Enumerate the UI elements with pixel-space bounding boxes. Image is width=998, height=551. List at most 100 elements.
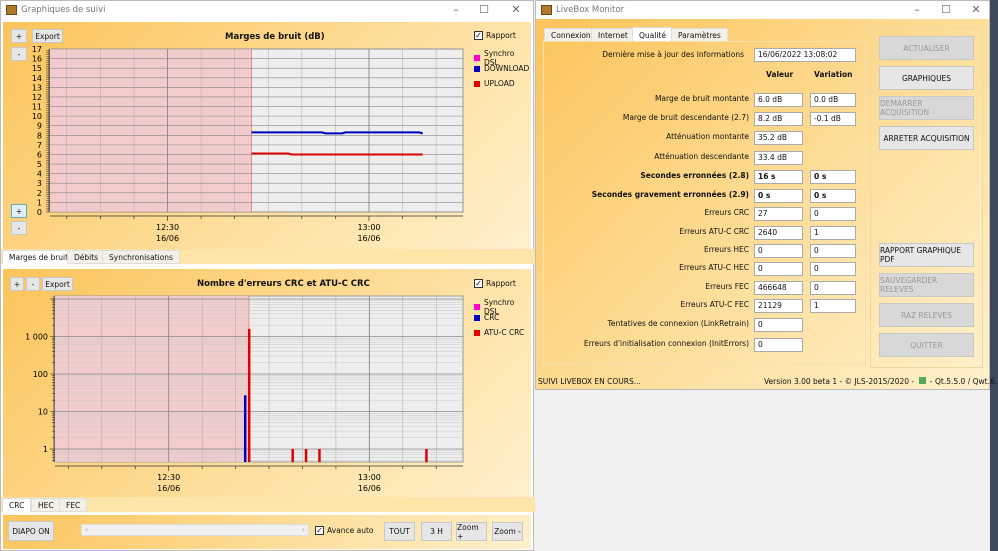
quitter-button[interactable]: QUITTER xyxy=(879,333,974,357)
row-label: Erreurs d'initialisation connexion (Init… xyxy=(583,339,749,348)
actualiser-button[interactable]: ACTUALISER xyxy=(879,36,974,60)
row-value: 35.2 dB xyxy=(754,131,803,145)
y-tick-label: 100 xyxy=(33,370,48,379)
crc-chart: 1 10 100 1 000 12:30 16/06 13:00 16/06 xyxy=(25,295,464,493)
row-value: 6.0 dB xyxy=(754,93,803,107)
row-label: Atténuation descendante xyxy=(654,152,749,161)
row-value: 0 xyxy=(754,262,803,276)
tab-internet[interactable]: Internet xyxy=(591,28,635,42)
tab-parametres[interactable]: Paramètres xyxy=(671,28,728,42)
avance-auto-label: Avance auto xyxy=(327,526,374,535)
quality-row: Erreurs CRC 27 0 xyxy=(536,207,986,221)
maximize-button[interactable]: ☐ xyxy=(931,3,961,16)
minimize-button[interactable]: – xyxy=(902,3,932,16)
row-value: 27 xyxy=(754,207,803,221)
row-value: 0 s xyxy=(754,189,803,203)
flag-icon xyxy=(918,377,926,384)
row-variation: 0 xyxy=(810,244,856,258)
arreter-acquisition-button[interactable]: ARRETER ACQUISITION xyxy=(879,126,974,150)
tab-connexion[interactable]: Connexion xyxy=(544,28,598,42)
quality-row: Secondes gravement erronnées (2.9) 0 s 0 s xyxy=(536,189,986,203)
row-variation: 0 s xyxy=(810,170,856,184)
quality-row: Secondes erronnées (2.8) 16 s 0 s xyxy=(536,170,986,184)
status-text: SUIVI LIVEBOX EN COURS... xyxy=(538,377,641,386)
3h-button[interactable]: 3 H xyxy=(421,522,452,541)
tab-fec[interactable]: FEC xyxy=(59,498,88,512)
row-label: Secondes erronnées (2.8) xyxy=(640,171,749,180)
sauvegarder-releves-button[interactable]: SAUVEGARDER RELEVES xyxy=(879,273,974,297)
bar-atu-c-crc xyxy=(247,328,251,462)
x-tick-date: 16/06 xyxy=(157,484,180,493)
x-tick-label: 13:00 xyxy=(358,473,381,482)
scroll-right-arrow[interactable]: › xyxy=(302,525,305,535)
row-variation: -0.1 dB xyxy=(810,112,856,126)
row-label: Erreurs ATU-C CRC xyxy=(679,227,749,236)
row-value: 16 s xyxy=(754,170,803,184)
row-value: 0 xyxy=(754,338,803,352)
quality-tab-panel xyxy=(543,41,866,365)
row-variation: 0 xyxy=(810,281,856,295)
row-value: 8.2 dB xyxy=(754,112,803,126)
y-tick-label: 1 000 xyxy=(25,332,48,341)
avance-auto-checkbox[interactable]: ✓ Avance auto xyxy=(315,526,373,535)
close-button[interactable]: ✕ xyxy=(961,3,991,16)
diapo-button[interactable]: DIAPO ON xyxy=(8,521,54,541)
row-label: Atténuation montante xyxy=(666,132,749,141)
quality-row: Erreurs ATU-C CRC 2640 1 xyxy=(536,226,986,240)
scroll-left-arrow[interactable]: ‹ xyxy=(85,525,88,535)
row-variation: 0 s xyxy=(810,189,856,203)
bar-atu-c-crc xyxy=(291,448,294,462)
bar-crc xyxy=(243,395,247,462)
tab-qualite[interactable]: Qualité xyxy=(632,27,673,42)
bottom-toolbar: DIAPO ON ‹ › ✓ Avance auto TOUT 3 H Zoom +… xyxy=(3,515,531,549)
row-value: 0 xyxy=(754,318,803,332)
row-label: Erreurs ATU-C HEC xyxy=(679,263,749,272)
zoom-plus-button[interactable]: Zoom + xyxy=(456,522,487,541)
row-label: Marge de bruit montante xyxy=(654,94,749,103)
version-text: Version 3.00 beta 1 - © JLS-2015/2020 - xyxy=(764,377,915,386)
monitor-titlebar: LiveBox Monitor – ☐ ✕ xyxy=(536,1,989,19)
x-tick-label: 12:30 xyxy=(157,473,180,482)
last-update-value: 16/06/2022 13:08:02 xyxy=(754,48,856,62)
row-label: Erreurs FEC xyxy=(705,282,749,291)
last-update-label: Dernière mise à jour des informations xyxy=(602,50,744,59)
app-icon xyxy=(541,5,552,15)
row-variation: 0.0 dB xyxy=(810,93,856,107)
version-info: Version 3.00 beta 1 - © JLS-2015/2020 - … xyxy=(764,377,998,386)
window-title: LiveBox Monitor xyxy=(556,5,625,15)
row-value: 2640 xyxy=(754,226,803,240)
graphiques-button[interactable]: GRAPHIQUES xyxy=(879,66,974,90)
row-variation: 0 xyxy=(810,207,856,221)
quality-row: Atténuation descendante 33.4 dB xyxy=(536,151,986,165)
row-label: Tentatives de connexion (LinkRetrain) xyxy=(607,319,749,328)
demarrer-acquisition-button[interactable]: DEMARRER ACQUISITION xyxy=(879,96,974,120)
y-tick-label: 1 xyxy=(43,445,48,454)
row-variation: 1 xyxy=(810,226,856,240)
row-label: Erreurs ATU-C FEC xyxy=(680,300,749,309)
zoom-minus-button[interactable]: Zoom - xyxy=(492,522,523,541)
row-label: Secondes gravement erronnées (2.9) xyxy=(591,190,749,199)
row-variation: 1 xyxy=(810,299,856,313)
bar-atu-c-crc xyxy=(304,448,308,462)
y-tick-label: 10 xyxy=(38,407,48,416)
checkbox-icon: ✓ xyxy=(315,526,324,535)
tout-button[interactable]: TOUT xyxy=(384,522,415,541)
chart2-tabbar: CRC HEC FEC xyxy=(1,497,535,512)
tab-hec[interactable]: HEC xyxy=(31,498,61,512)
col-valeur-header: Valeur xyxy=(766,70,794,79)
x-tick-date: 16/06 xyxy=(358,484,381,493)
history-shaded-region xyxy=(55,296,249,462)
row-value: 466648 xyxy=(754,281,803,295)
row-label: Erreurs HEC xyxy=(704,245,749,254)
row-variation: 0 xyxy=(810,262,856,276)
time-scrollbar[interactable]: ‹ › xyxy=(81,524,309,536)
raz-releves-button[interactable]: RAZ RELEVES xyxy=(879,303,974,327)
rapport-pdf-button[interactable]: RAPPORT GRAPHIQUE PDF xyxy=(879,243,974,267)
row-label: Marge de bruit descendante (2.7) xyxy=(622,113,749,122)
tab-crc[interactable]: CRC xyxy=(2,498,32,512)
row-value: 0 xyxy=(754,244,803,258)
bar-atu-c-crc xyxy=(425,448,428,462)
qt-version-text: - Qt.5.5.0 / Qwt.6.1.2 xyxy=(929,377,998,386)
desktop-background xyxy=(990,0,998,551)
monitor-body: Connexion Internet Qualité Paramètres De… xyxy=(536,19,998,389)
